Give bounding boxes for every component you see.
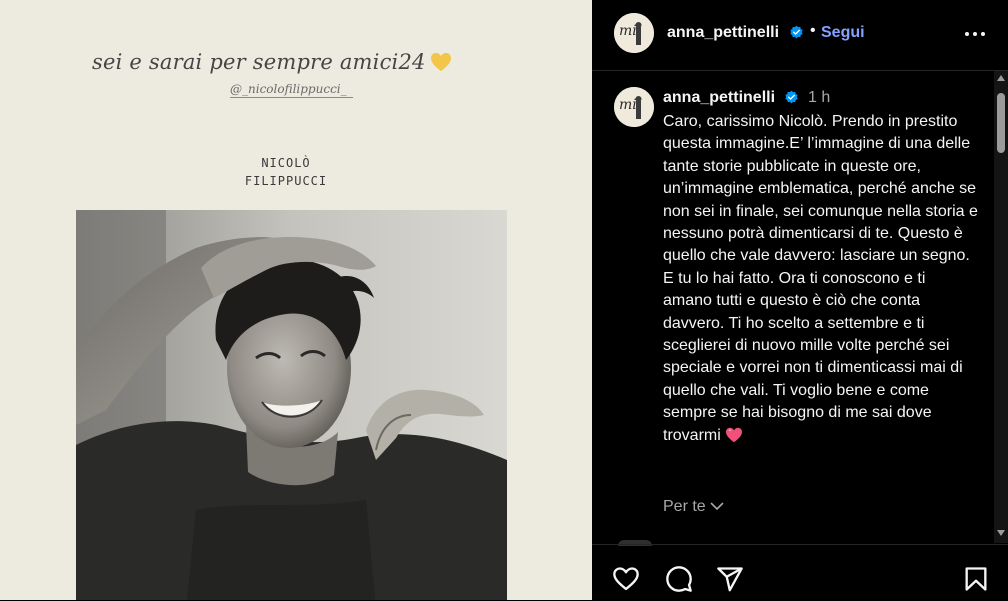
- scroll-down-arrow-icon[interactable]: [997, 529, 1005, 537]
- chevron-down-icon: [710, 502, 723, 511]
- story-name-last: FILIPPUCCI: [244, 174, 328, 188]
- post-media[interactable]: sei e sarai per sempre amici24 @_nicolof…: [0, 0, 592, 600]
- translate-label: Per te: [663, 498, 706, 515]
- story-caption: sei e sarai per sempre amici24: [92, 50, 452, 77]
- comment-timestamp[interactable]: 1 h: [808, 89, 830, 107]
- scrollbar[interactable]: [994, 71, 1008, 543]
- comment-text: Caro, carissimo Nicolò. Prendo in presti…: [663, 111, 978, 450]
- comment-body: Caro, carissimo Nicolò. Prendo in presti…: [663, 113, 978, 444]
- follow-button[interactable]: Segui: [821, 24, 865, 42]
- portrait-photo: [76, 210, 507, 600]
- svg-text:mi: mi: [619, 97, 637, 113]
- more-options-icon[interactable]: [963, 26, 987, 42]
- separator-dot: •: [810, 22, 816, 39]
- comment-icon[interactable]: [665, 565, 693, 593]
- share-icon[interactable]: [716, 565, 744, 593]
- scrollbar-thumb[interactable]: [997, 93, 1005, 153]
- svg-text:mi: mi: [619, 23, 637, 39]
- scroll-up-arrow-icon[interactable]: [997, 74, 1005, 82]
- post-header: mi anna_pettinelli • Segui: [592, 0, 1008, 71]
- post-side-panel: mi anna_pettinelli • Segui mi anna_petti…: [592, 0, 1008, 600]
- translate-link[interactable]: Per te: [663, 498, 724, 516]
- comment-username[interactable]: anna_pettinelli: [663, 89, 775, 107]
- comment-area[interactable]: mi anna_pettinelli 1 h Caro, carissimo N…: [592, 71, 1008, 543]
- story-name: NICOLÒ FILIPPUCCI: [226, 154, 346, 190]
- header-username[interactable]: anna_pettinelli: [667, 24, 779, 42]
- bookmark-icon[interactable]: [962, 565, 990, 593]
- yellow-heart-icon: [430, 52, 452, 77]
- story-name-first: NICOLÒ: [261, 156, 311, 170]
- verified-badge-icon: [785, 90, 798, 104]
- story-caption-text: sei e sarai per sempre amici24: [92, 50, 426, 74]
- avatar[interactable]: mi: [614, 87, 654, 127]
- action-bar: [592, 544, 1008, 601]
- pink-heart-icon: [725, 427, 743, 450]
- verified-badge-icon: [790, 25, 803, 39]
- avatar[interactable]: mi: [614, 13, 654, 53]
- story-mention: @_nicolofilippucci_: [230, 82, 353, 98]
- heart-icon[interactable]: [612, 565, 640, 593]
